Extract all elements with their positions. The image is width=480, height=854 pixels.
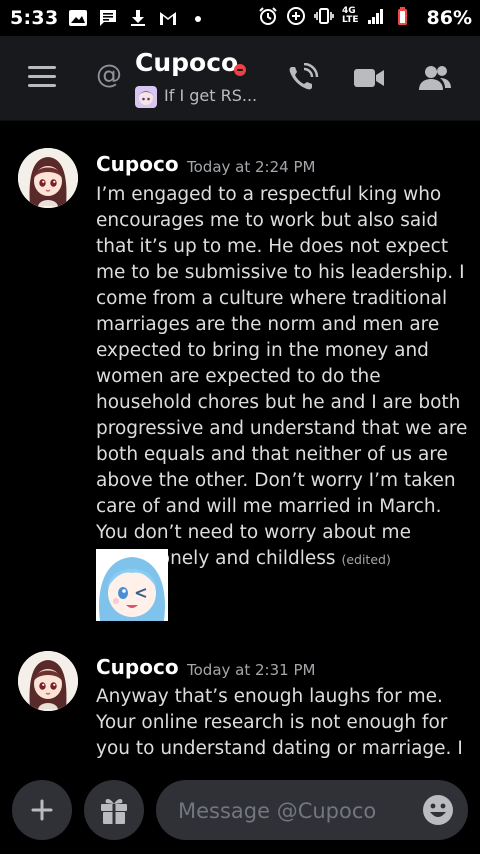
battery-icon [398, 7, 407, 25]
add-attachment-button[interactable] [12, 780, 72, 840]
edited-label: (edited) [341, 552, 391, 567]
video-call-icon[interactable] [352, 63, 386, 93]
message-author[interactable]: Cupoco [96, 655, 179, 679]
data-saver-icon [287, 7, 305, 25]
battery-percent: 86% [426, 7, 472, 29]
signal-icon [368, 9, 383, 24]
voice-call-icon[interactable] [286, 63, 320, 93]
message-icon [100, 10, 116, 26]
alarm-icon [259, 7, 277, 25]
message-item[interactable]: Cupoco Today at 2:31 PM Anyway that’s en… [0, 630, 480, 770]
dnd-status-icon [234, 64, 246, 76]
network-type: 4G LTE [342, 6, 359, 25]
download-icon [131, 10, 145, 26]
at-icon: @ [96, 60, 122, 90]
message-item[interactable]: Cupoco Today at 2:24 PM I’m engaged to a… [0, 120, 480, 630]
message-body: I’m engaged to a respectful king who enc… [96, 184, 468, 569]
image-icon [69, 10, 87, 26]
message-input-container[interactable] [156, 780, 468, 842]
custom-status: If I get RS... [164, 86, 258, 105]
notification-icons [68, 8, 208, 28]
status-emoji-icon [135, 86, 157, 108]
message-input[interactable] [176, 780, 420, 842]
gmail-icon [160, 12, 176, 25]
user-avatar[interactable] [18, 148, 78, 208]
message-text: Anyway that’s enough laughs for me. Your… [96, 684, 468, 762]
user-avatar[interactable] [18, 651, 78, 711]
composer-bar [0, 770, 480, 854]
message-author[interactable]: Cupoco [96, 152, 179, 176]
sticker-image[interactable] [96, 549, 168, 621]
message-body: Anyway that’s enough laughs for me. Your… [96, 686, 463, 759]
gift-button[interactable] [84, 780, 144, 840]
channel-header: @ Cupoco If I get RS... [0, 36, 480, 121]
dm-title[interactable]: Cupoco [135, 48, 238, 77]
message-timestamp: Today at 2:31 PM [187, 661, 316, 679]
menu-icon[interactable] [28, 66, 56, 88]
status-time: 5:33 [10, 7, 59, 29]
message-text: I’m engaged to a respectful king who enc… [96, 182, 468, 573]
plus-icon [31, 799, 53, 821]
members-icon[interactable] [418, 63, 452, 93]
gift-icon [101, 799, 127, 824]
message-timestamp: Today at 2:24 PM [187, 158, 316, 176]
status-bar: 5:33 4G LTE 86% [0, 0, 480, 36]
system-icons: 4G LTE [258, 6, 414, 26]
emoji-icon[interactable] [422, 794, 454, 826]
dot-icon [195, 16, 201, 22]
vibrate-icon [314, 8, 334, 24]
